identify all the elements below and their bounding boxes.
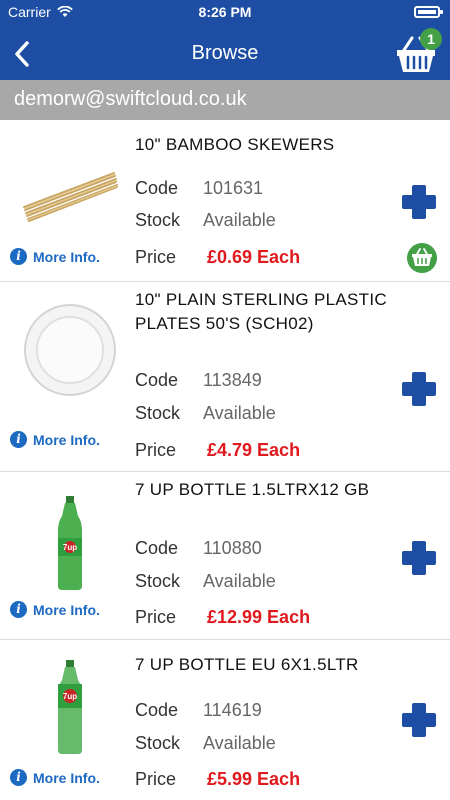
product-stock-row: Stock Available	[135, 571, 276, 592]
product-code: 114619	[203, 700, 262, 720]
info-icon: i	[10, 431, 27, 448]
product-price-row: Price £4.79 Each	[135, 440, 300, 461]
product-stock-row: Stock Available	[135, 403, 276, 424]
product-stock-row: Stock Available	[135, 210, 276, 231]
basket-button[interactable]: 1	[394, 28, 442, 78]
stock-label: Stock	[135, 210, 181, 230]
info-icon: i	[10, 769, 27, 786]
product-price-row: Price £5.99 Each	[135, 769, 300, 790]
price-label: Price	[135, 607, 177, 627]
product-stock: Available	[203, 733, 276, 753]
basket-count-badge: 1	[420, 28, 442, 50]
product-image-7up-bottle[interactable]: 7up	[20, 494, 120, 594]
more-info-label: More Info.	[33, 769, 100, 786]
product-price: £5.99 Each	[207, 769, 301, 789]
product-title: 7 UP BOTTLE EU 6X1.5LTR	[135, 655, 359, 674]
more-info-link[interactable]: i More Info.	[10, 769, 100, 786]
info-icon: i	[10, 601, 27, 618]
more-info-link[interactable]: i More Info.	[10, 248, 100, 265]
add-to-basket-button[interactable]	[400, 539, 438, 577]
product-code-row: Code 101631	[135, 178, 263, 199]
plus-icon	[402, 541, 436, 575]
price-label: Price	[135, 247, 177, 267]
product-code: 101631	[203, 178, 264, 198]
code-label: Code	[135, 370, 179, 390]
product-price: £12.99 Each	[207, 607, 311, 627]
account-email: demorw@swiftcloud.co.uk	[0, 80, 450, 120]
more-info-label: More Info.	[33, 431, 100, 448]
product-price: £4.79 Each	[207, 440, 301, 460]
stock-label: Stock	[135, 571, 181, 591]
plus-icon	[402, 372, 436, 406]
more-info-label: More Info.	[33, 248, 100, 265]
product-title: 7 UP BOTTLE 1.5LTRX12 GB	[135, 480, 370, 499]
stock-label: Stock	[135, 733, 181, 753]
product-stock: Available	[203, 210, 276, 230]
product-item: i More Info. 10" PLAIN STERLING PLASTIC …	[0, 282, 450, 472]
7up-bottle-image: 7up	[58, 660, 82, 754]
battery-icon	[414, 6, 443, 18]
product-code: 113849	[203, 370, 262, 390]
price-label: Price	[135, 440, 177, 460]
code-label: Code	[135, 700, 179, 720]
stock-label: Stock	[135, 403, 181, 423]
more-info-link[interactable]: i More Info.	[10, 431, 100, 448]
product-list: i More Info. 10" BAMBOO SKEWERS Code 101…	[0, 120, 450, 800]
more-info-link[interactable]: i More Info.	[10, 601, 100, 618]
product-item: 7up i More Info. 7 UP BOTTLE 1.5LTRX12 G…	[0, 472, 450, 640]
svg-text:7up: 7up	[63, 692, 77, 701]
product-item: i More Info. 10" BAMBOO SKEWERS Code 101…	[0, 120, 450, 282]
svg-text:7up: 7up	[63, 543, 77, 552]
product-title: 10" BAMBOO SKEWERS	[135, 135, 335, 154]
page-title: Browse	[191, 42, 259, 64]
code-label: Code	[135, 178, 179, 198]
more-info-label: More Info.	[33, 601, 100, 618]
product-item: 7up i More Info. 7 UP BOTTLE EU 6X1.5LTR…	[0, 640, 450, 800]
product-price-row: Price £12.99 Each	[135, 607, 310, 628]
product-code-row: Code 113849	[135, 370, 262, 391]
product-image-plastic-plate[interactable]	[20, 300, 120, 400]
7up-bottle-image: 7up	[58, 496, 82, 590]
product-code: 110880	[203, 538, 262, 558]
product-image-7up-bottle[interactable]: 7up	[20, 658, 120, 758]
info-icon: i	[10, 248, 27, 265]
basket-check-icon	[407, 243, 437, 273]
product-image-bamboo-skewers[interactable]	[20, 135, 120, 245]
product-code-row: Code 110880	[135, 538, 262, 559]
clock: 8:26 PM	[198, 4, 252, 20]
in-basket-indicator	[406, 242, 438, 274]
product-code-row: Code 114619	[135, 700, 262, 721]
product-title: 10" PLAIN STERLING PLASTIC PLATES 50'S (…	[135, 290, 387, 333]
price-label: Price	[135, 769, 177, 789]
bamboo-skewers-image	[23, 172, 118, 222]
add-to-basket-button[interactable]	[400, 701, 438, 739]
app-header: Carrier 8:26 PM Browse 1	[0, 0, 450, 80]
plastic-plate-image	[24, 304, 116, 396]
product-price-row: Price £0.69 Each	[135, 247, 300, 268]
add-to-basket-button[interactable]	[400, 183, 438, 221]
code-label: Code	[135, 538, 179, 558]
product-stock: Available	[203, 571, 276, 591]
product-price: £0.69 Each	[207, 247, 301, 267]
product-stock-row: Stock Available	[135, 733, 276, 754]
status-bar: Carrier 8:26 PM	[0, 0, 450, 24]
product-stock: Available	[203, 403, 276, 423]
add-to-basket-button[interactable]	[400, 370, 438, 408]
plus-icon	[402, 703, 436, 737]
nav-bar: Browse 1	[0, 24, 450, 80]
plus-icon	[402, 185, 436, 219]
